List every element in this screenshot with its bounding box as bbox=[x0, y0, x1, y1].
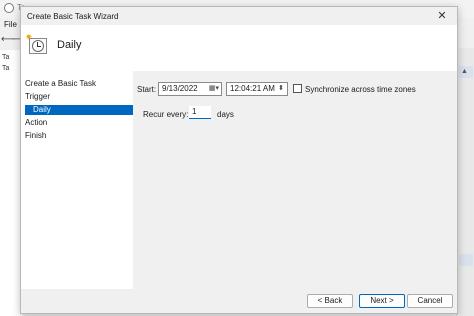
console-tree: Ta Ta bbox=[0, 50, 22, 316]
tree-item-child[interactable]: Ta bbox=[2, 65, 9, 72]
task-scheduler-icon: ✷ bbox=[25, 33, 49, 56]
wizard-steps-nav: Create a Basic Task Trigger Daily Action… bbox=[21, 71, 133, 289]
wizard-footer: < Back Next > Cancel bbox=[21, 289, 457, 313]
step-finish[interactable]: Finish bbox=[25, 131, 46, 140]
tree-item-library[interactable]: Ta bbox=[2, 54, 9, 61]
close-icon[interactable]: ✕ bbox=[435, 9, 449, 23]
actions-pane: ▲ bbox=[456, 48, 474, 316]
start-label: Start: bbox=[137, 85, 157, 94]
step-create-basic-task[interactable]: Create a Basic Task bbox=[25, 79, 96, 88]
start-date-picker[interactable]: 9/13/2022 ▦▾ bbox=[158, 82, 222, 96]
collapse-arrow-icon[interactable]: ▲ bbox=[461, 68, 468, 75]
start-time-spinner[interactable]: 12:04:21 AM ⬍ bbox=[226, 82, 288, 96]
create-basic-task-dialog: Create Basic Task Wizard ✕ ✷ Daily Creat… bbox=[20, 6, 458, 314]
calendar-dropdown-icon[interactable]: ▦▾ bbox=[208, 83, 220, 95]
recur-unit-label: days bbox=[217, 110, 234, 119]
wizard-header: ✷ Daily bbox=[21, 25, 457, 72]
dialog-title: Create Basic Task Wizard bbox=[27, 12, 119, 21]
sync-timezones-checkbox[interactable] bbox=[293, 84, 302, 93]
menu-file[interactable]: File bbox=[4, 20, 17, 29]
step-action[interactable]: Action bbox=[25, 118, 47, 127]
daily-settings-pane: Start: 9/13/2022 ▦▾ 12:04:21 AM ⬍ Synchr… bbox=[133, 71, 457, 289]
next-button[interactable]: Next > bbox=[359, 294, 405, 308]
start-time-value: 12:04:21 AM bbox=[230, 84, 275, 93]
cancel-button[interactable]: Cancel bbox=[407, 294, 453, 308]
recur-every-label: Recur every: bbox=[143, 110, 189, 119]
step-daily[interactable]: Daily bbox=[25, 105, 133, 115]
wizard-page-title: Daily bbox=[57, 39, 82, 51]
start-date-value: 9/13/2022 bbox=[162, 84, 198, 93]
clock-icon bbox=[4, 3, 14, 13]
back-button[interactable]: < Back bbox=[307, 294, 353, 308]
spinner-arrows-icon[interactable]: ⬍ bbox=[275, 83, 287, 95]
sync-timezones-label: Synchronize across time zones bbox=[305, 85, 416, 94]
recur-days-input[interactable]: 1 bbox=[189, 106, 211, 119]
actions-pane-header-2 bbox=[459, 254, 473, 266]
step-trigger[interactable]: Trigger bbox=[25, 92, 50, 101]
